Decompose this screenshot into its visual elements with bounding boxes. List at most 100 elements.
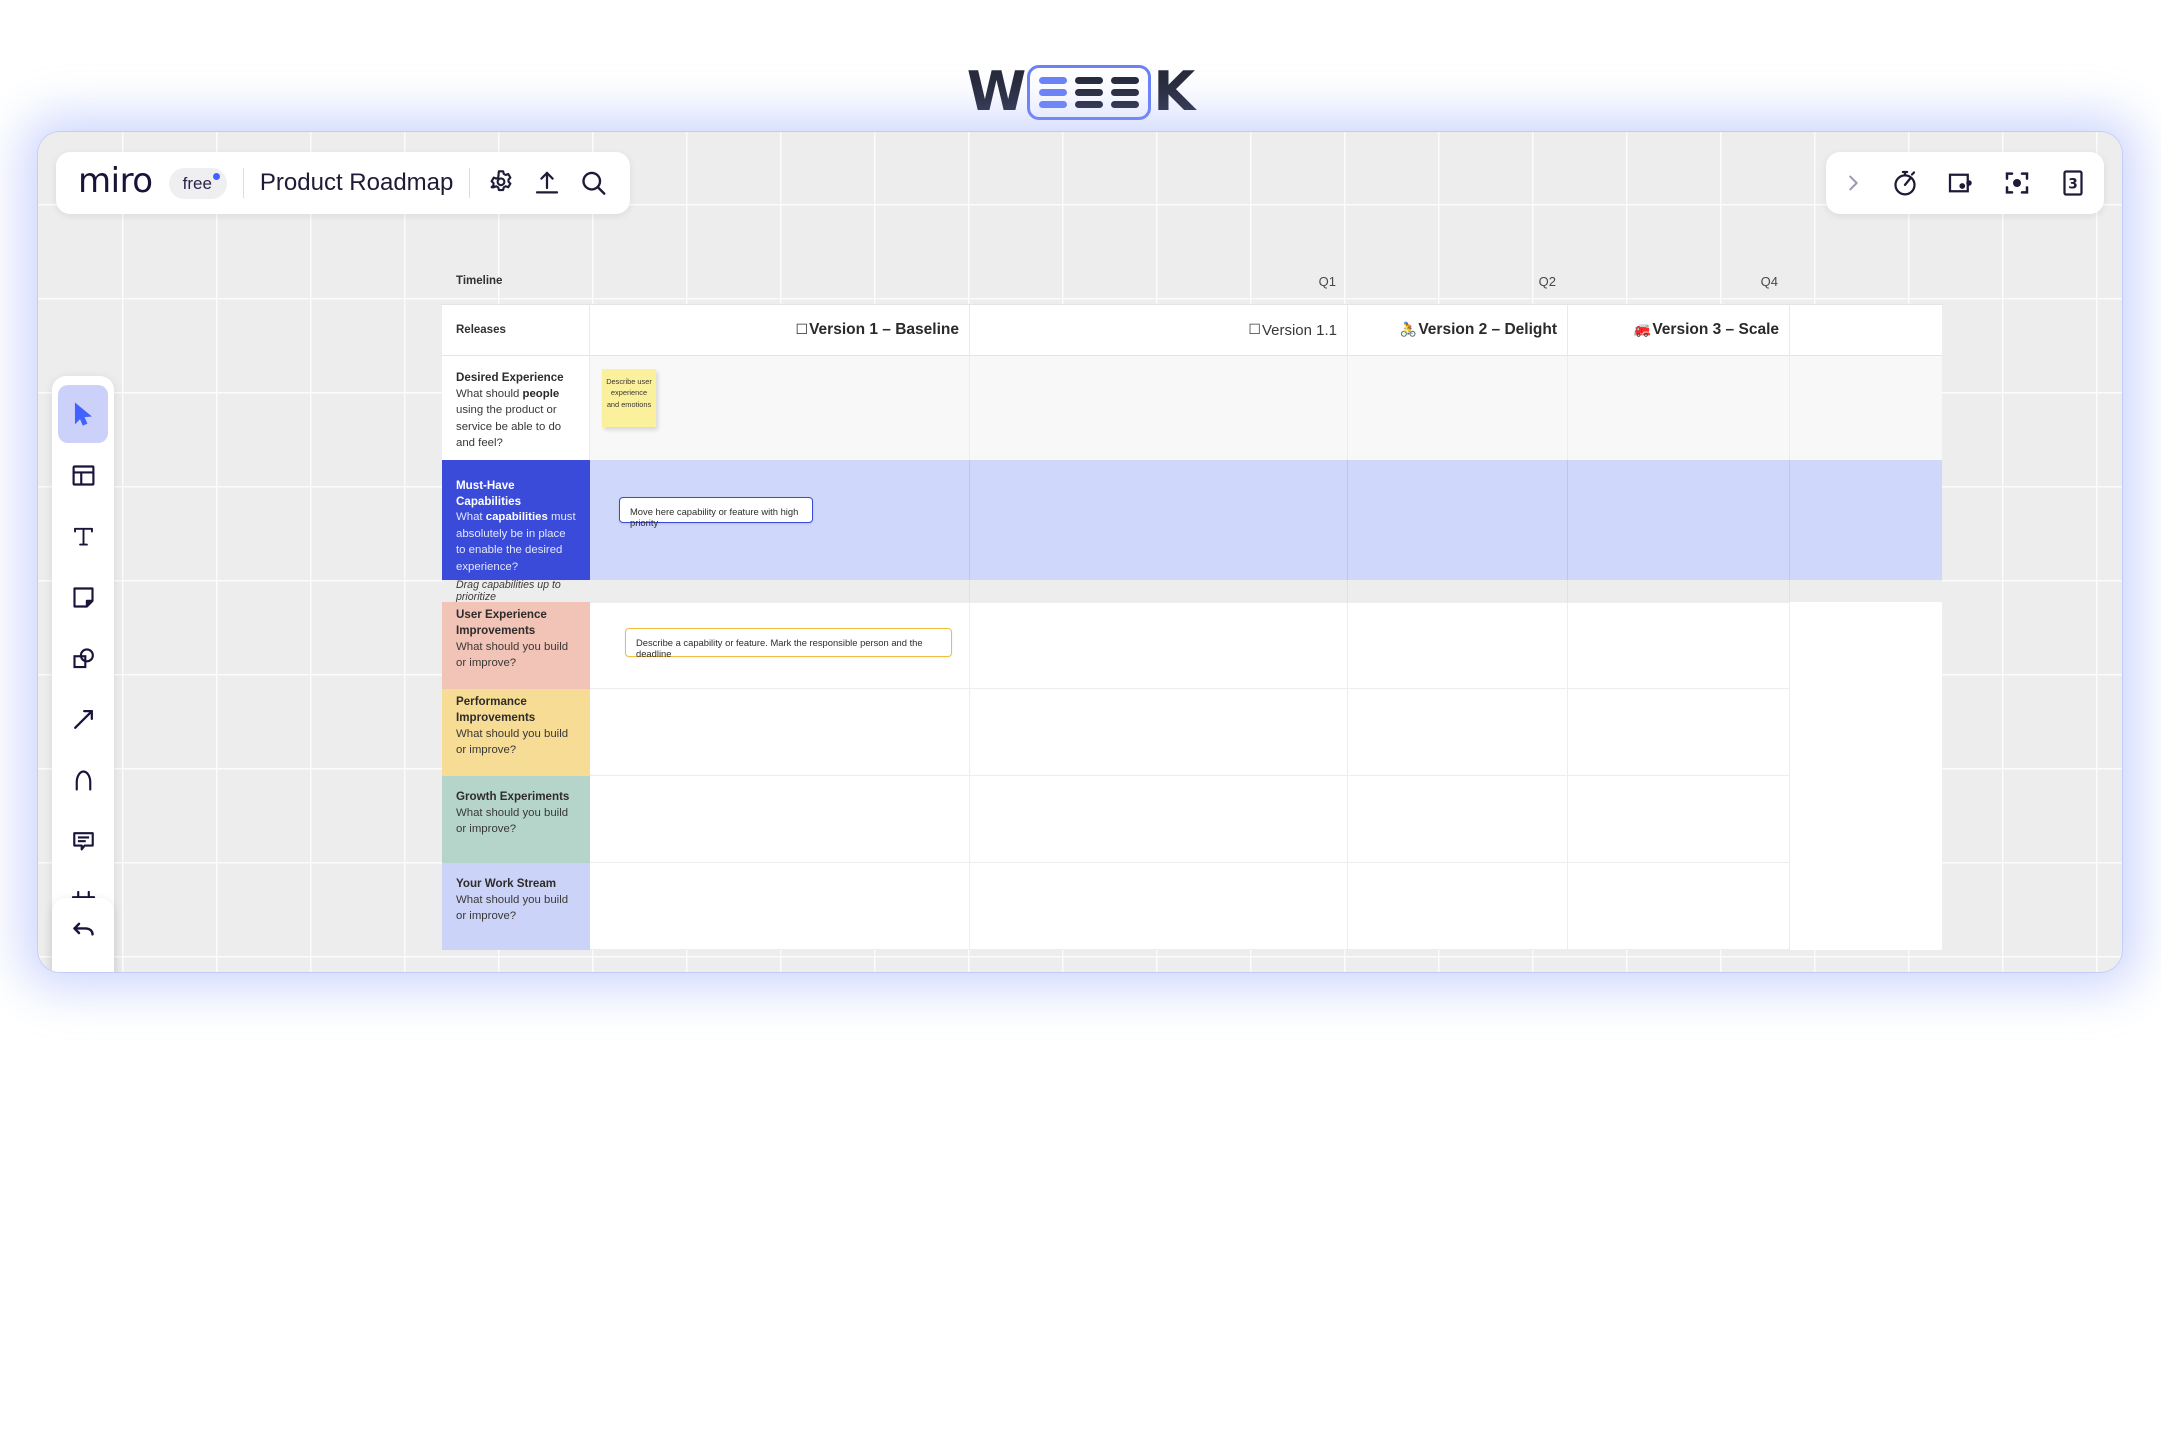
gear-icon[interactable] bbox=[486, 168, 516, 198]
redo-icon[interactable] bbox=[58, 962, 108, 972]
search-icon[interactable] bbox=[578, 168, 608, 198]
growth-cell-4[interactable] bbox=[1568, 776, 1790, 863]
board-utility-toolbar: 3 bbox=[1826, 152, 2104, 214]
row-subtitle: What capabilities must absolutely be in … bbox=[456, 511, 576, 573]
desired-cell-4[interactable] bbox=[1568, 356, 1790, 460]
undo-icon[interactable] bbox=[58, 908, 108, 958]
sidebar-item-text[interactable] bbox=[58, 507, 108, 565]
timeline-header-row: Timeline Q1 Q2 Q4 bbox=[442, 258, 1942, 304]
miro-logo[interactable]: miro bbox=[78, 164, 153, 202]
frame-focus-icon[interactable] bbox=[2002, 168, 2032, 198]
card-describe-capability[interactable]: Describe a capability or feature. Mark t… bbox=[625, 628, 952, 659]
row-subtitle: What should people using the product or … bbox=[456, 387, 562, 450]
perf-cell-2[interactable] bbox=[970, 689, 1348, 776]
must-have-cell-3[interactable] bbox=[1348, 460, 1568, 580]
row-label-must-have: Must-Have Capabilities What capabilities… bbox=[442, 460, 590, 580]
row-desired-experience: Desired Experience What should people us… bbox=[442, 356, 1942, 460]
sidebar-item-pen[interactable] bbox=[58, 751, 108, 809]
page-root: W K Timeline Q1 Q2 Q4 Releases ☐ Version… bbox=[0, 0, 2161, 1431]
perf-cell-4[interactable] bbox=[1568, 689, 1790, 776]
work-cell-1[interactable] bbox=[590, 863, 970, 950]
row-title: Performance Improvements bbox=[456, 695, 536, 724]
card-count-icon[interactable]: 3 bbox=[2058, 168, 2088, 198]
timer-icon[interactable] bbox=[1890, 168, 1920, 198]
row-subtitle: What should you build or improve? bbox=[456, 806, 569, 836]
releases-label: Releases bbox=[442, 305, 590, 355]
row-user-experience-improvements: User Experience Improvements What should… bbox=[442, 602, 1942, 689]
ux-cell-4[interactable] bbox=[1568, 602, 1790, 689]
drag-hint-text: Drag capabilities up to prioritize bbox=[442, 579, 590, 603]
release-cell-1[interactable]: ☐ Version 1 – Baseline bbox=[590, 305, 970, 355]
drag-hint-row: Drag capabilities up to prioritize bbox=[442, 579, 1942, 603]
release-label-2: Version 1.1 bbox=[1261, 321, 1337, 339]
row-label-growth: Growth Experiments What should you build… bbox=[442, 776, 590, 863]
release-label-1: Version 1 – Baseline bbox=[809, 321, 959, 338]
row-title: Your Work Stream bbox=[456, 877, 557, 891]
row-subtitle: What should you build or improve? bbox=[456, 893, 569, 923]
release-emoji-2: ☐ bbox=[1248, 322, 1261, 338]
row-performance-improvements: Performance Improvements What should you… bbox=[442, 689, 1942, 776]
growth-cell-3[interactable] bbox=[1348, 776, 1568, 863]
perf-cell-1[interactable] bbox=[590, 689, 970, 776]
sidebar-item-select-cursor[interactable] bbox=[58, 385, 108, 443]
sticky-note-describe-experience[interactable]: Describe user experience and emotions bbox=[602, 369, 656, 427]
growth-cell-2[interactable] bbox=[970, 776, 1348, 863]
card-count-value: 3 bbox=[2068, 177, 2078, 193]
chevron-right-icon[interactable] bbox=[1842, 172, 1864, 194]
must-have-cell-4[interactable] bbox=[1568, 460, 1790, 580]
ux-cell-3[interactable] bbox=[1348, 602, 1568, 689]
row-title: User Experience Improvements bbox=[456, 608, 547, 637]
release-label-4: Version 3 – Scale bbox=[1652, 321, 1779, 338]
weeek-e-box bbox=[1027, 64, 1152, 120]
release-emoji-4: 🚒 bbox=[1633, 322, 1652, 338]
release-chip-version-2: 🚴 Version 2 – Delight bbox=[1348, 305, 1568, 355]
present-icon[interactable] bbox=[1946, 168, 1976, 198]
board-header-bar: miro free Product Roadmap bbox=[56, 152, 631, 214]
timeline-label: Timeline bbox=[456, 275, 503, 287]
release-cell-4[interactable]: 🚒 Version 3 – Scale bbox=[1568, 305, 1790, 355]
row-your-work-stream: Your Work Stream What should you build o… bbox=[442, 863, 1942, 950]
release-cell-2[interactable]: ☐ Version 1.1 bbox=[970, 305, 1348, 355]
work-cell-2[interactable] bbox=[970, 863, 1348, 950]
miro-board-canvas[interactable]: Timeline Q1 Q2 Q4 Releases ☐ Version 1 –… bbox=[38, 132, 2122, 972]
plan-badge-label: free bbox=[182, 173, 212, 193]
release-label-3: Version 2 – Delight bbox=[1418, 321, 1557, 338]
creation-toolbar bbox=[52, 376, 114, 972]
weeek-e-glyph-3 bbox=[1111, 76, 1140, 108]
ux-cell-1[interactable]: Describe a capability or feature. Mark t… bbox=[590, 602, 970, 689]
sidebar-item-comment[interactable] bbox=[58, 812, 108, 870]
release-emoji-3: 🚴 bbox=[1399, 322, 1418, 338]
row-label-work-stream: Your Work Stream What should you build o… bbox=[442, 863, 590, 950]
work-cell-3[interactable] bbox=[1348, 863, 1568, 950]
divider bbox=[242, 168, 244, 198]
plan-badge-free[interactable]: free bbox=[168, 167, 227, 199]
desired-cell-1[interactable]: Describe user experience and emotions bbox=[590, 356, 970, 460]
weeek-letter-w: W bbox=[966, 60, 1027, 123]
quarter-cell-q1: Q1 bbox=[1318, 273, 1336, 289]
upload-icon[interactable] bbox=[532, 168, 562, 198]
quarter-cell-q2: Q2 bbox=[1538, 273, 1556, 289]
must-have-cell-1[interactable]: Move here capability or feature with hig… bbox=[590, 460, 970, 580]
drag-spacer-2 bbox=[970, 580, 1348, 602]
product-roadmap-table: Timeline Q1 Q2 Q4 Releases ☐ Version 1 –… bbox=[442, 258, 1942, 950]
drag-spacer-4 bbox=[1568, 580, 1790, 602]
board-title[interactable]: Product Roadmap bbox=[260, 169, 453, 197]
history-toolbar bbox=[52, 898, 114, 972]
sidebar-item-connector-arrow[interactable] bbox=[58, 690, 108, 748]
row-label-desired-experience: Desired Experience What should people us… bbox=[442, 356, 590, 460]
ux-cell-2[interactable] bbox=[970, 602, 1348, 689]
perf-cell-3[interactable] bbox=[1348, 689, 1568, 776]
release-chip-version-1-1: ☐ Version 1.1 bbox=[970, 305, 1348, 355]
must-have-cell-2[interactable] bbox=[970, 460, 1348, 580]
drag-spacer-1 bbox=[590, 580, 970, 602]
sidebar-item-sticky-note[interactable] bbox=[58, 568, 108, 626]
card-move-here-high-priority[interactable]: Move here capability or feature with hig… bbox=[619, 497, 813, 528]
desired-cell-2[interactable] bbox=[970, 356, 1348, 460]
release-cell-3[interactable]: 🚴 Version 2 – Delight bbox=[1348, 305, 1568, 355]
work-cell-4[interactable] bbox=[1568, 863, 1790, 950]
growth-cell-1[interactable] bbox=[590, 776, 970, 863]
quarter-cell-q4: Q4 bbox=[1760, 273, 1778, 289]
sidebar-item-shapes[interactable] bbox=[58, 629, 108, 687]
sidebar-item-templates[interactable] bbox=[58, 446, 108, 504]
desired-cell-3[interactable] bbox=[1348, 356, 1568, 460]
